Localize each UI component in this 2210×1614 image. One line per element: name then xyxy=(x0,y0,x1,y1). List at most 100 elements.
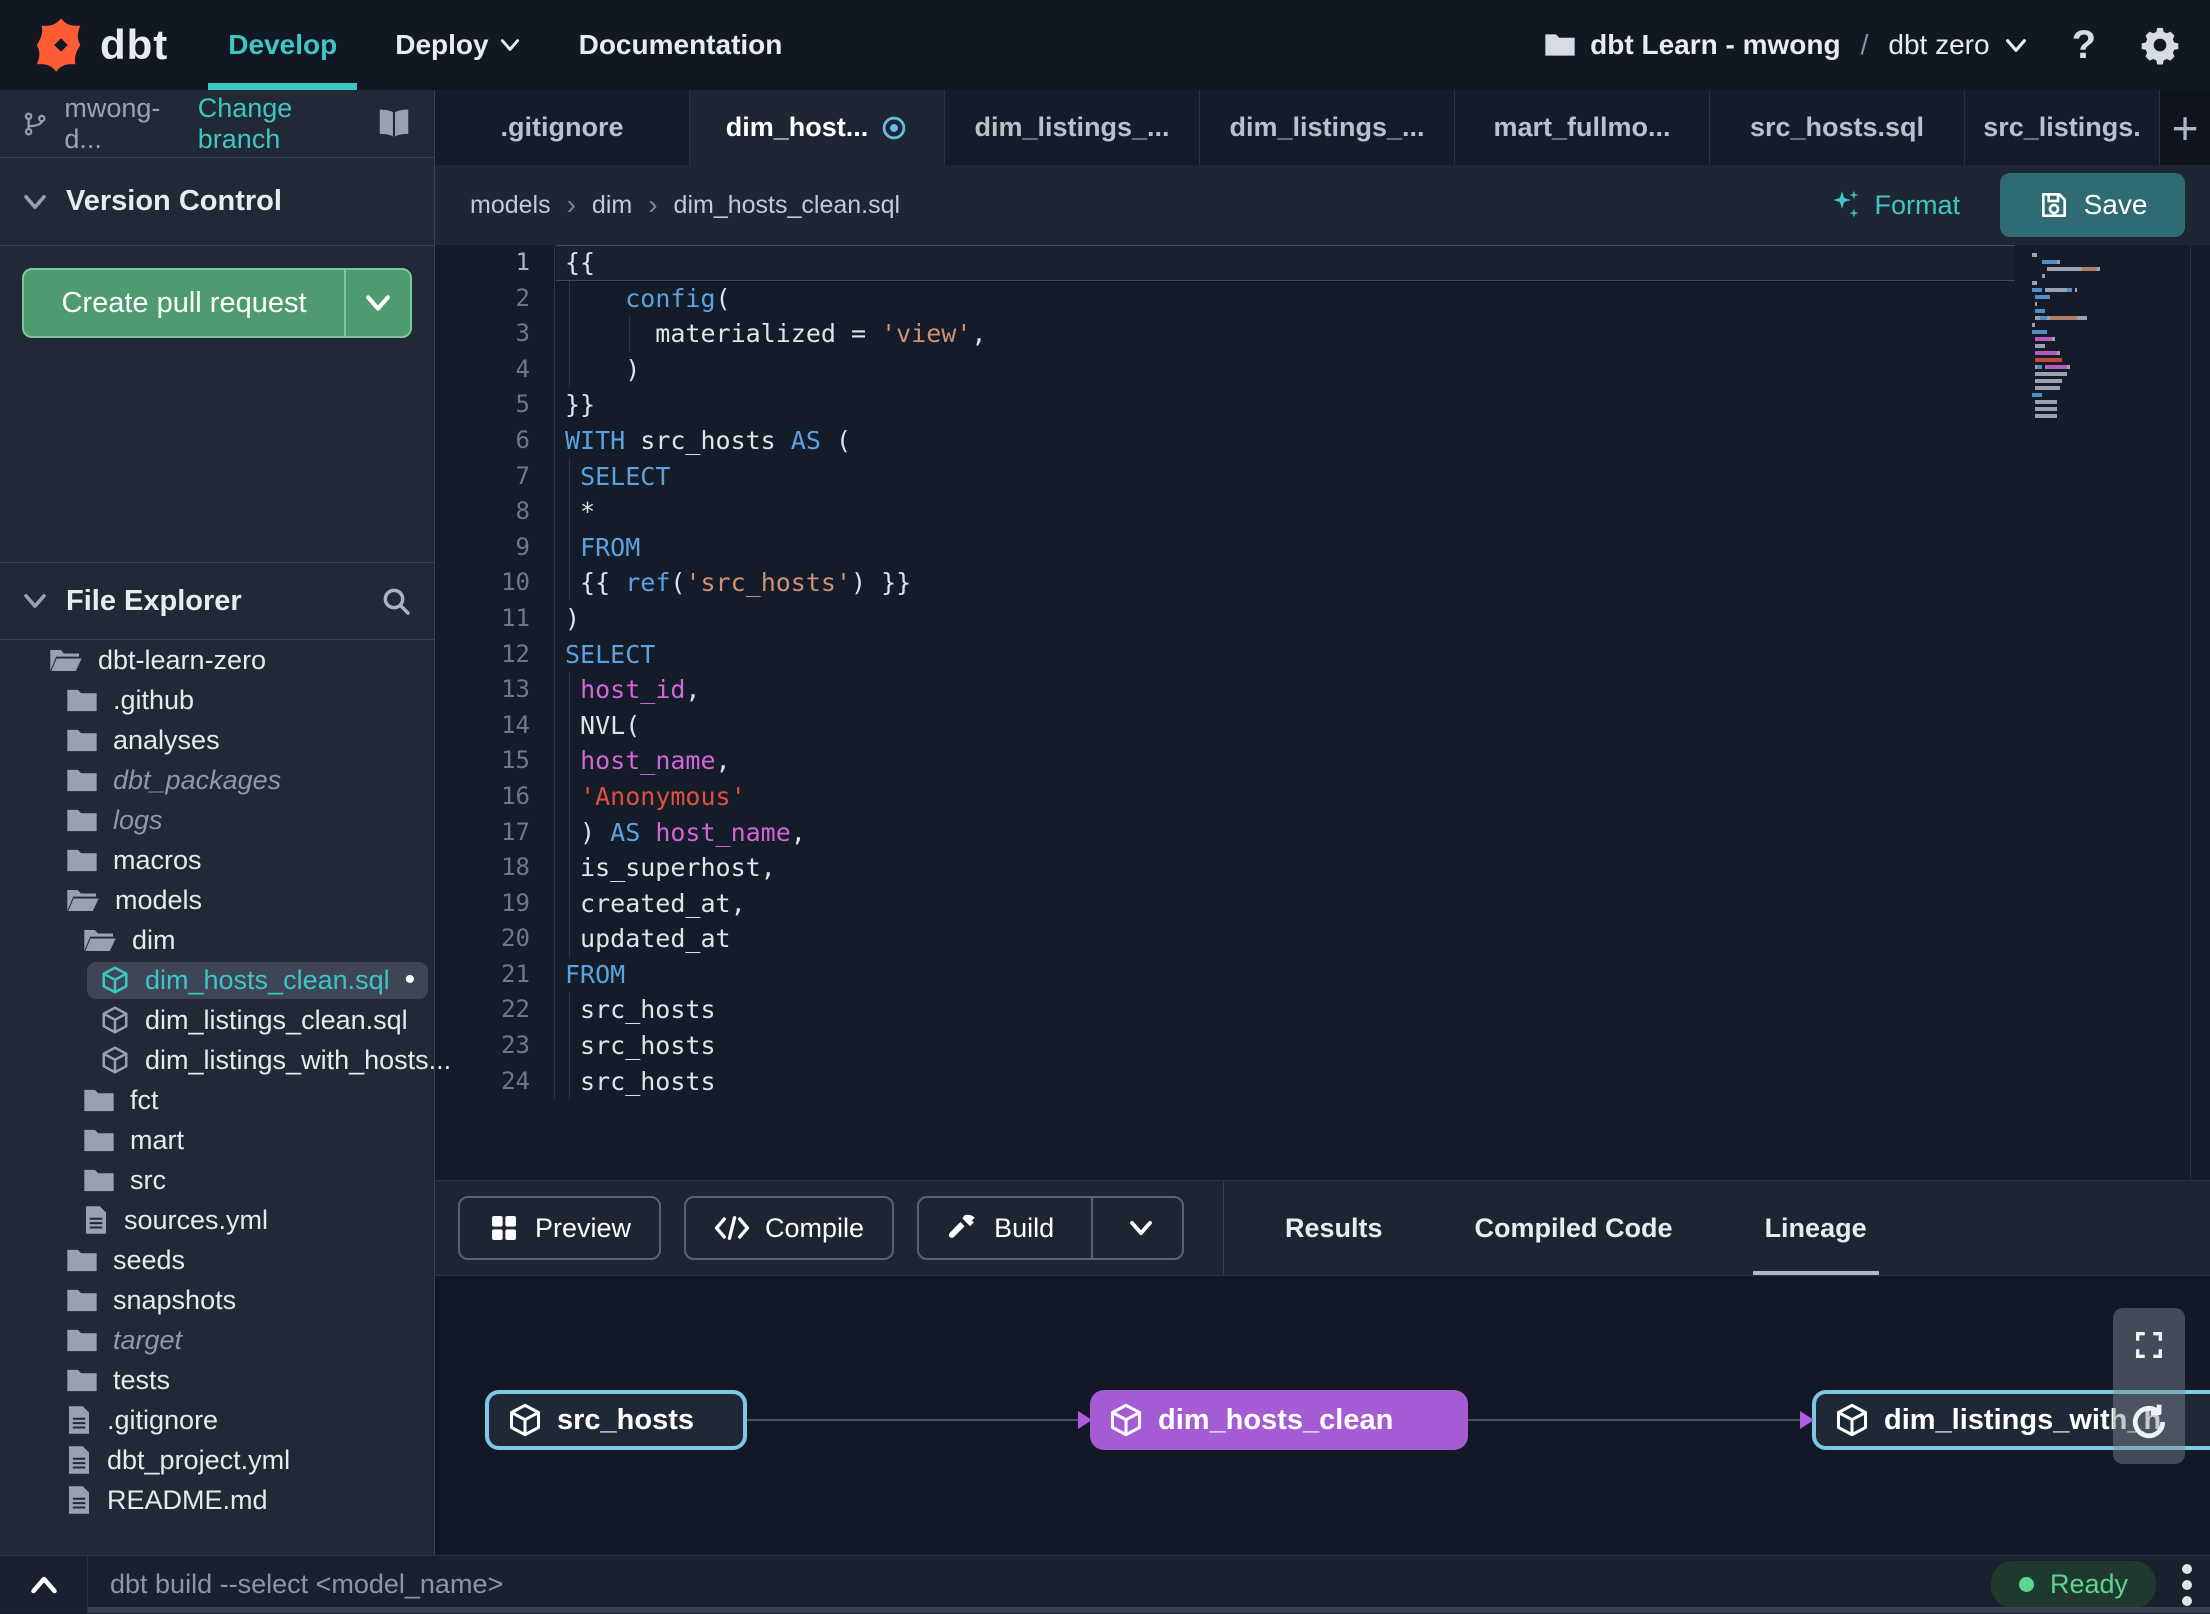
tree-item[interactable]: sources.yml xyxy=(0,1200,434,1240)
code-text: src_hosts xyxy=(555,1028,716,1064)
line-number: 16 xyxy=(435,779,555,815)
tree-item[interactable]: analyses xyxy=(0,720,434,760)
tree-item[interactable]: snapshots xyxy=(0,1280,434,1320)
tree-item[interactable]: models xyxy=(0,880,434,920)
lineage-arrowhead xyxy=(1078,1411,1092,1429)
search-icon[interactable] xyxy=(380,585,412,617)
line-number: 15 xyxy=(435,743,555,779)
code-text: is_superhost, xyxy=(555,850,776,886)
lineage-node[interactable]: dim_hosts_clean xyxy=(1090,1390,1468,1450)
help-icon[interactable]: ? xyxy=(2072,23,2096,68)
nav-develop[interactable]: Develop xyxy=(228,0,337,90)
editor-tab[interactable]: mart_fullmo... xyxy=(1455,90,1710,165)
line-number: 14 xyxy=(435,708,555,744)
code-line: 8 * xyxy=(435,494,2210,530)
tree-item-label: dim_listings_clean.sql xyxy=(145,1005,408,1036)
editor-tab[interactable]: src_listings. xyxy=(1965,90,2160,165)
build-dropdown[interactable] xyxy=(1108,1219,1154,1237)
breadcrumb-item[interactable]: models xyxy=(470,191,551,220)
lineage-node-label: src_hosts xyxy=(557,1404,694,1437)
tree-item-label: dim_listings_with_hosts... xyxy=(145,1045,451,1076)
tree-item[interactable]: dim_hosts_clean.sql• xyxy=(0,960,434,1000)
breadcrumb: models›dim›dim_hosts_clean.sql xyxy=(470,189,900,221)
tree-item[interactable]: macros xyxy=(0,840,434,880)
refresh-icon[interactable] xyxy=(2127,1400,2171,1444)
tree-item[interactable]: .gitignore xyxy=(0,1400,434,1440)
tab-compiled-code[interactable]: Compiled Code xyxy=(1475,1181,1673,1276)
tree-item[interactable]: README.md xyxy=(0,1480,434,1520)
change-branch-link[interactable]: Change branch xyxy=(198,93,360,155)
tree-item[interactable]: dim xyxy=(0,920,434,960)
indent-guide xyxy=(569,459,570,495)
tree-item[interactable]: dbt-learn-zero xyxy=(0,640,434,680)
tree-item[interactable]: mart xyxy=(0,1120,434,1160)
create-pr-dropdown[interactable] xyxy=(344,270,410,336)
tree-item[interactable]: dim_listings_clean.sql xyxy=(0,1000,434,1040)
code-line: 6WITH src_hosts AS ( xyxy=(435,423,2210,459)
editor-tab[interactable]: dim_host... xyxy=(690,90,945,165)
tree-item[interactable]: logs xyxy=(0,800,434,840)
code-editor[interactable]: 1{{2 config(3 materialized = 'view',4 )5… xyxy=(435,245,2210,1180)
tree-item[interactable]: tests xyxy=(0,1360,434,1400)
create-pr-button[interactable]: Create pull request xyxy=(24,270,344,336)
editor-tab[interactable]: src_hosts.sql xyxy=(1710,90,1965,165)
docs-book-icon[interactable] xyxy=(376,108,412,140)
tab-lineage[interactable]: Lineage xyxy=(1765,1181,1867,1276)
tree-item[interactable]: target xyxy=(0,1320,434,1360)
minimap-seg xyxy=(2042,274,2045,278)
save-button[interactable]: Save xyxy=(2000,173,2185,237)
format-button[interactable]: Format xyxy=(1832,188,1960,222)
tree-item[interactable]: dim_listings_with_hosts... xyxy=(0,1040,434,1080)
folder-icon xyxy=(83,1127,115,1154)
folder-open-icon xyxy=(49,647,83,674)
build-button[interactable]: Build xyxy=(917,1196,1184,1260)
code-line: 11) xyxy=(435,601,2210,637)
format-sparkle-icon xyxy=(1832,188,1862,222)
horizontal-scrollbar[interactable] xyxy=(88,1607,2210,1613)
minimap-seg xyxy=(2032,260,2042,264)
breadcrumb-item[interactable]: dim xyxy=(592,191,632,220)
tree-item[interactable]: dbt_packages xyxy=(0,760,434,800)
editor-column: .gitignoredim_host...dim_listings_...dim… xyxy=(435,90,2210,1555)
tree-item[interactable]: dbt_project.yml xyxy=(0,1440,434,1480)
tree-item[interactable]: .github xyxy=(0,680,434,720)
dbt-logo[interactable]: dbt xyxy=(32,16,168,74)
version-control-header[interactable]: Version Control xyxy=(0,158,434,246)
code-line: 14 NVL( xyxy=(435,708,2210,744)
code-text: ) xyxy=(555,601,580,637)
minimap-seg xyxy=(2032,330,2047,334)
nav-deploy[interactable]: Deploy xyxy=(395,0,520,90)
tree-item-label: tests xyxy=(113,1365,170,1396)
code-line: 3 materialized = 'view', xyxy=(435,316,2210,352)
tree-item[interactable]: src xyxy=(0,1160,434,1200)
minimap-seg xyxy=(2035,386,2060,390)
command-input[interactable]: dbt build --select <model_name> xyxy=(110,1569,503,1600)
code-line: 2 config( xyxy=(435,281,2210,317)
fullscreen-icon[interactable] xyxy=(2132,1328,2166,1362)
chevron-down-icon xyxy=(364,293,392,313)
code-text: 'Anonymous' xyxy=(555,779,746,815)
tree-item[interactable]: fct xyxy=(0,1080,434,1120)
lineage-node[interactable]: src_hosts xyxy=(485,1390,747,1450)
line-number: 13 xyxy=(435,672,555,708)
minimap-seg xyxy=(2032,281,2037,285)
editor-tab[interactable]: .gitignore xyxy=(435,90,690,165)
editor-tab[interactable]: dim_listings_... xyxy=(945,90,1200,165)
command-bar-expand[interactable] xyxy=(0,1556,88,1614)
project-selector[interactable]: dbt Learn - mwong / dbt zero xyxy=(1544,29,2027,61)
tree-item[interactable]: seeds xyxy=(0,1240,434,1280)
new-tab-button[interactable]: + xyxy=(2160,90,2210,165)
tree-item-pill: analyses xyxy=(53,722,233,759)
minimap-seg xyxy=(2035,337,2053,341)
file-explorer-header[interactable]: File Explorer xyxy=(0,562,434,640)
gear-icon[interactable] xyxy=(2140,25,2180,65)
breadcrumb-item[interactable]: dim_hosts_clean.sql xyxy=(674,191,901,220)
indent-guide xyxy=(569,565,570,601)
compile-button[interactable]: Compile xyxy=(684,1196,894,1260)
kebab-menu-icon[interactable] xyxy=(2182,1564,2192,1606)
nav-documentation[interactable]: Documentation xyxy=(579,0,783,90)
tab-results[interactable]: Results xyxy=(1285,1181,1383,1276)
editor-tab[interactable]: dim_listings_... xyxy=(1200,90,1455,165)
preview-button[interactable]: Preview xyxy=(458,1196,661,1260)
minimap[interactable] xyxy=(2032,251,2187,419)
